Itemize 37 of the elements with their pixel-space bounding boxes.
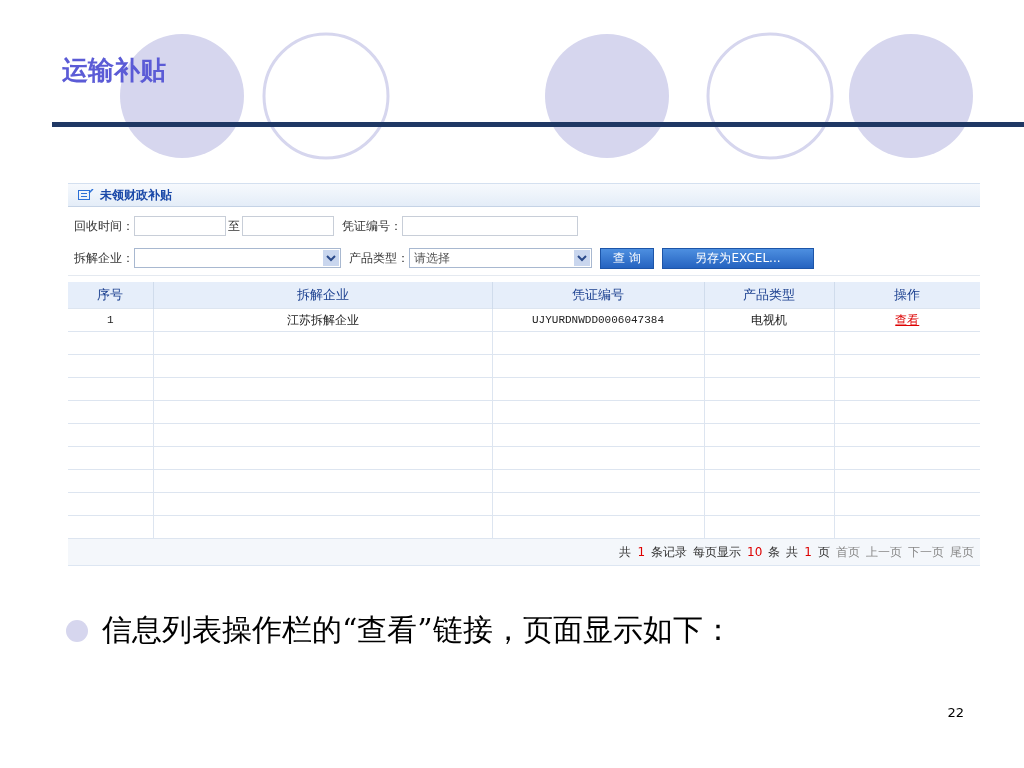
- bullet-text: 信息列表操作栏的“查看”链接，页面显示如下：: [102, 611, 733, 649]
- pager-text: 条: [768, 543, 781, 561]
- column-header: 拆解企业: [153, 282, 492, 309]
- column-header: 产品类型: [704, 282, 834, 309]
- table-cell: UJYURDNWDD0006047384: [492, 308, 704, 332]
- query-button[interactable]: 查 询: [600, 247, 654, 269]
- filter-label: 拆解企业：: [74, 249, 134, 267]
- panel-title: 未领财政补贴: [100, 186, 172, 204]
- bullet-icon: [66, 619, 88, 642]
- table-cell: 电视机: [704, 308, 834, 332]
- filter-label: 回收时间：: [74, 217, 134, 235]
- pager-text: 条记录: [651, 543, 688, 561]
- pager-count: 10: [747, 545, 763, 559]
- edit-list-icon: [78, 189, 94, 201]
- page-number: 22: [947, 705, 964, 720]
- filter-label: 凭证编号：: [342, 217, 402, 235]
- pager-text: 页: [818, 543, 830, 561]
- column-header: 凭证编号: [492, 282, 704, 309]
- date-to-field[interactable]: [242, 216, 334, 236]
- table-cell: 江苏拆解企业: [153, 308, 492, 332]
- range-separator: 至: [227, 217, 241, 235]
- column-header: 序号: [68, 282, 153, 309]
- column-header: 操作: [834, 282, 980, 309]
- voucher-field[interactable]: [402, 216, 578, 236]
- pager-text: 每页显示: [693, 543, 742, 561]
- view-link[interactable]: 查看: [895, 312, 920, 327]
- pager-text: 共: [619, 543, 632, 561]
- select-field[interactable]: [134, 248, 341, 268]
- filter-label: 产品类型：: [349, 249, 409, 267]
- pager-count: 1: [804, 545, 812, 559]
- slide-title: 运输补贴: [62, 54, 166, 87]
- date-from-field[interactable]: [134, 216, 226, 236]
- pager-count: 1: [637, 545, 646, 559]
- export-button[interactable]: 另存为EXCEL...: [662, 247, 814, 269]
- table-cell: 1: [68, 308, 153, 332]
- pager-text: 共: [786, 543, 799, 561]
- select-field[interactable]: 请选择: [409, 248, 592, 268]
